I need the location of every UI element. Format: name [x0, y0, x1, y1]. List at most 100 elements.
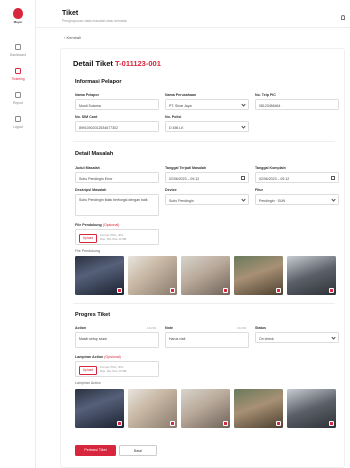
note-counter: 16/200 [237, 326, 247, 330]
label-file-pendukung: File Pendukung (Opsional) [75, 223, 119, 227]
fitur-value: Pendingin · SUN [259, 198, 286, 203]
no-sim-field[interactable]: 89910002012534677302 [75, 121, 159, 132]
bell-icon[interactable] [341, 15, 345, 20]
label-lampiran: Lampiran Action (Opsional) [75, 355, 121, 359]
action-counter: 16/200 [147, 326, 157, 330]
report-icon [15, 92, 21, 98]
no-sim-value: 89910002012534677302 [79, 125, 118, 130]
no-polisi-value: D 456 LK [169, 125, 184, 130]
attachment-thumbnail[interactable] [287, 389, 336, 428]
status-select[interactable]: On check [255, 332, 339, 343]
attachment-thumbnail[interactable] [75, 389, 124, 428]
deskripsi-textarea[interactable]: Suhu Pendingin tidak berfungsi dengan ba… [75, 194, 159, 216]
chevron-down-icon [241, 102, 246, 107]
label-no-sim: No. SIM Card [75, 115, 98, 119]
top-bar: Tiket Penghapusan data masalah atau kend… [36, 0, 350, 28]
fitur-select[interactable]: Pendingin · SUN [255, 194, 339, 205]
attachment-thumbnail[interactable] [181, 256, 230, 295]
tanggal-komplain-value: 02/06/2023 – 09.12 [259, 176, 290, 181]
upload-note: Format: PNG, JPG Max. File Size 10 MB [100, 233, 126, 241]
gallery-label: File Pendukung [75, 249, 100, 253]
delete-icon[interactable] [329, 421, 334, 426]
nama-pelapor-field[interactable]: Munti Sutarna [75, 99, 159, 110]
nama-perusahaan-value: PT. Sinar Jaya [169, 103, 192, 108]
delete-icon[interactable] [276, 288, 281, 293]
detail-title: Detail Tiket T-011123-001 [73, 59, 161, 68]
device-select[interactable]: Suhu Pendingin [165, 194, 249, 205]
delete-icon[interactable] [223, 288, 228, 293]
dashboard-icon [15, 44, 21, 50]
label-tanggal-terjadi: Tanggal Terjadi Masalah [165, 166, 207, 170]
ticket-icon [15, 68, 21, 74]
section-title-progres: Progres Tiket [75, 312, 111, 318]
note-value: Harus visit [169, 336, 186, 341]
no-telp-field[interactable]: 08123456464 [255, 99, 339, 110]
action-textarea[interactable]: Masih setup stuck [75, 332, 159, 348]
sidebar-item-logout[interactable]: Logout [0, 116, 36, 129]
calendar-icon [241, 176, 245, 180]
sidebar: Mayer Dashboard Ticketing Report Logout [0, 0, 36, 468]
delete-icon[interactable] [170, 288, 175, 293]
delete-icon[interactable] [170, 421, 175, 426]
upload-button[interactable]: Upload [79, 233, 97, 243]
sidebar-item-dashboard[interactable]: Dashboard [0, 44, 36, 57]
file-label-text: File Pendukung [75, 223, 102, 227]
attachment-thumbnail[interactable] [234, 256, 283, 295]
calendar-icon [331, 176, 335, 180]
no-telp-value: 08123456464 [259, 103, 281, 108]
judul-field[interactable]: Suhu Pendingin Error [75, 172, 159, 183]
delete-icon[interactable] [276, 421, 281, 426]
size-note: Max. File Size 10 MB [100, 237, 127, 241]
attachment-thumbnail[interactable] [287, 256, 336, 295]
cancel-button[interactable]: Batal [119, 445, 157, 456]
logo-text: Mayer [13, 20, 23, 24]
ticket-id: T-011123-001 [114, 59, 161, 68]
attachment-thumbnail[interactable] [128, 256, 177, 295]
label-deskripsi: Deskripsi Masalah [75, 188, 107, 192]
label-nama-perusahaan: Nama Perusahaan [165, 93, 197, 97]
chevron-down-icon [241, 124, 246, 129]
sidebar-item-ticketing[interactable]: Ticketing [0, 68, 36, 81]
no-polisi-select[interactable]: D 456 LK [165, 121, 249, 132]
judul-value: Suhu Pendingin Error [79, 176, 113, 181]
update-ticket-button[interactable]: Perbarui Tiket [75, 445, 116, 456]
logo-mark-icon [13, 8, 23, 19]
ticket-detail-card: Detail Tiket T-011123-001 Informasi Pela… [60, 48, 345, 468]
sidebar-item-label: Logout [12, 125, 24, 129]
sidebar-item-label: Ticketing [11, 77, 25, 81]
note-textarea[interactable]: Harus visit [165, 332, 249, 348]
section-title-masalah: Detail Masalah [75, 151, 114, 157]
delete-icon[interactable] [329, 288, 334, 293]
optional-tag: (Opsional) [102, 223, 120, 227]
back-link[interactable]: ‹ Kembali [64, 35, 81, 40]
divider [73, 303, 335, 304]
brand-logo[interactable]: Mayer [10, 8, 26, 26]
label-status: Status [255, 326, 266, 330]
attachment-thumbnail[interactable] [181, 389, 230, 428]
delete-icon[interactable] [117, 288, 122, 293]
lampiran-upload-box: Upload Format: PNG, JPG Max. File Size 10… [75, 361, 159, 377]
nama-perusahaan-select[interactable]: PT. Sinar Jaya [165, 99, 249, 110]
page-subtitle: Penghapusan data masalah atau kendala [62, 19, 127, 23]
back-label: Kembali [66, 35, 81, 40]
delete-icon[interactable] [223, 421, 228, 426]
label-tanggal-komplain: Tanggal Komplain [255, 166, 286, 170]
sidebar-item-report[interactable]: Report [0, 92, 36, 105]
label-judul: Judul Masalah [75, 166, 100, 170]
chevron-down-icon [241, 197, 246, 202]
file-upload-box: Upload Format: PNG, JPG Max. File Size 10… [75, 229, 159, 245]
attachment-thumbnail[interactable] [128, 389, 177, 428]
delete-icon[interactable] [117, 421, 122, 426]
label-note: Note [165, 326, 173, 330]
page-title: Tiket [62, 10, 79, 17]
nama-pelapor-value: Munti Sutarna [79, 103, 101, 108]
divider [73, 141, 335, 142]
tanggal-komplain-picker[interactable]: 02/06/2023 – 09.12 [255, 172, 339, 183]
upload-note: Format: PNG, JPG Max. File Size 10 MB [100, 365, 126, 373]
attachment-thumbnail[interactable] [75, 256, 124, 295]
attachment-thumbnail[interactable] [234, 389, 283, 428]
label-device: Device [165, 188, 177, 192]
tanggal-terjadi-value: 02/06/2023 – 09.12 [169, 176, 200, 181]
upload-button[interactable]: Upload [79, 365, 97, 375]
tanggal-terjadi-picker[interactable]: 02/06/2023 – 09.12 [165, 172, 249, 183]
